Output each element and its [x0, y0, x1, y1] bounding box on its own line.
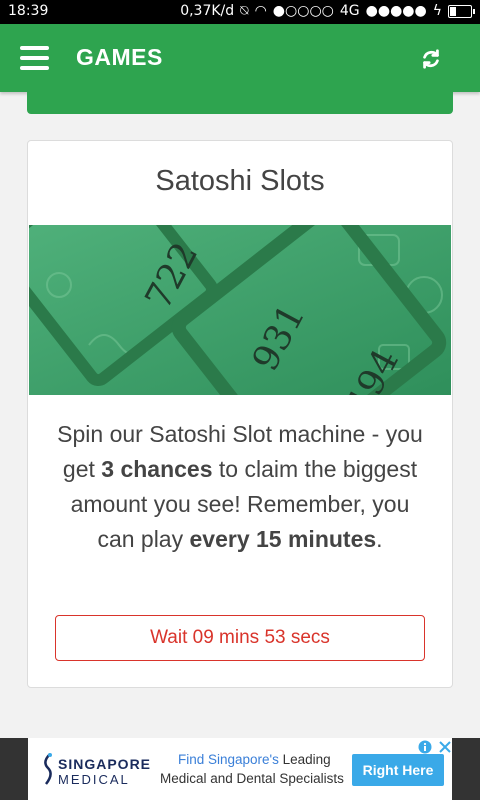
card-description: Spin our Satoshi Slot machine - you get …	[52, 417, 428, 557]
wait-button[interactable]: Wait 09 mins 53 secs	[55, 615, 425, 661]
ad-headline-b: Leading	[282, 752, 331, 767]
desc-text-3: .	[376, 526, 383, 552]
signal-2-icon: ●●●●●	[365, 3, 427, 19]
ad-logo-line2: MEDICAL	[58, 772, 130, 787]
status-time: 18:39	[8, 3, 49, 19]
hamburger-icon[interactable]	[20, 46, 49, 70]
singapore-medical-logo-icon	[44, 753, 52, 785]
signal-icon: ●○○○○	[272, 3, 334, 19]
ad-subline: Medical and Dental Specialists	[160, 771, 344, 786]
wifi-icon: ◠	[254, 3, 267, 19]
ad-headline-a: Find Singapore's	[178, 752, 283, 767]
network-type: 4G	[339, 3, 360, 19]
refresh-icon[interactable]	[420, 48, 442, 70]
card-title: Satoshi Slots	[155, 165, 325, 197]
desc-bold-1: 3 chances	[101, 456, 213, 482]
app-bar: GAMES	[0, 24, 480, 92]
previous-card	[27, 92, 453, 114]
page-title: GAMES	[76, 44, 163, 70]
ad-cta-button[interactable]: Right Here	[352, 754, 444, 786]
ad-close-icon[interactable]	[438, 740, 452, 754]
charging-icon: ϟ	[432, 3, 442, 19]
ad-content[interactable]: SINGAPORE MEDICAL Find Singapore's Leadi…	[28, 738, 452, 800]
ad-logo-line1: SINGAPORE	[58, 756, 152, 772]
network-speed: 0,37K/d	[180, 3, 235, 19]
status-icons: 0,37K/d ⍉ ◠ ●○○○○ 4G ●●●●● ϟ	[180, 3, 475, 19]
ad-headline: Find Singapore's Leading	[178, 752, 331, 767]
battery-icon	[448, 4, 475, 18]
ad-banner[interactable]: SINGAPORE MEDICAL Find Singapore's Leadi…	[0, 738, 480, 800]
slots-banner-image: 722 931 494	[29, 225, 451, 395]
satoshi-slots-card: Satoshi Slots 722 931 494 Spin our Satos…	[27, 140, 453, 688]
desc-bold-2: every 15 minutes	[189, 526, 377, 552]
alarm-off-icon: ⍉	[240, 3, 249, 19]
ad-info-icon[interactable]	[418, 740, 432, 754]
status-bar: 18:39 0,37K/d ⍉ ◠ ●○○○○ 4G ●●●●● ϟ	[0, 0, 480, 24]
